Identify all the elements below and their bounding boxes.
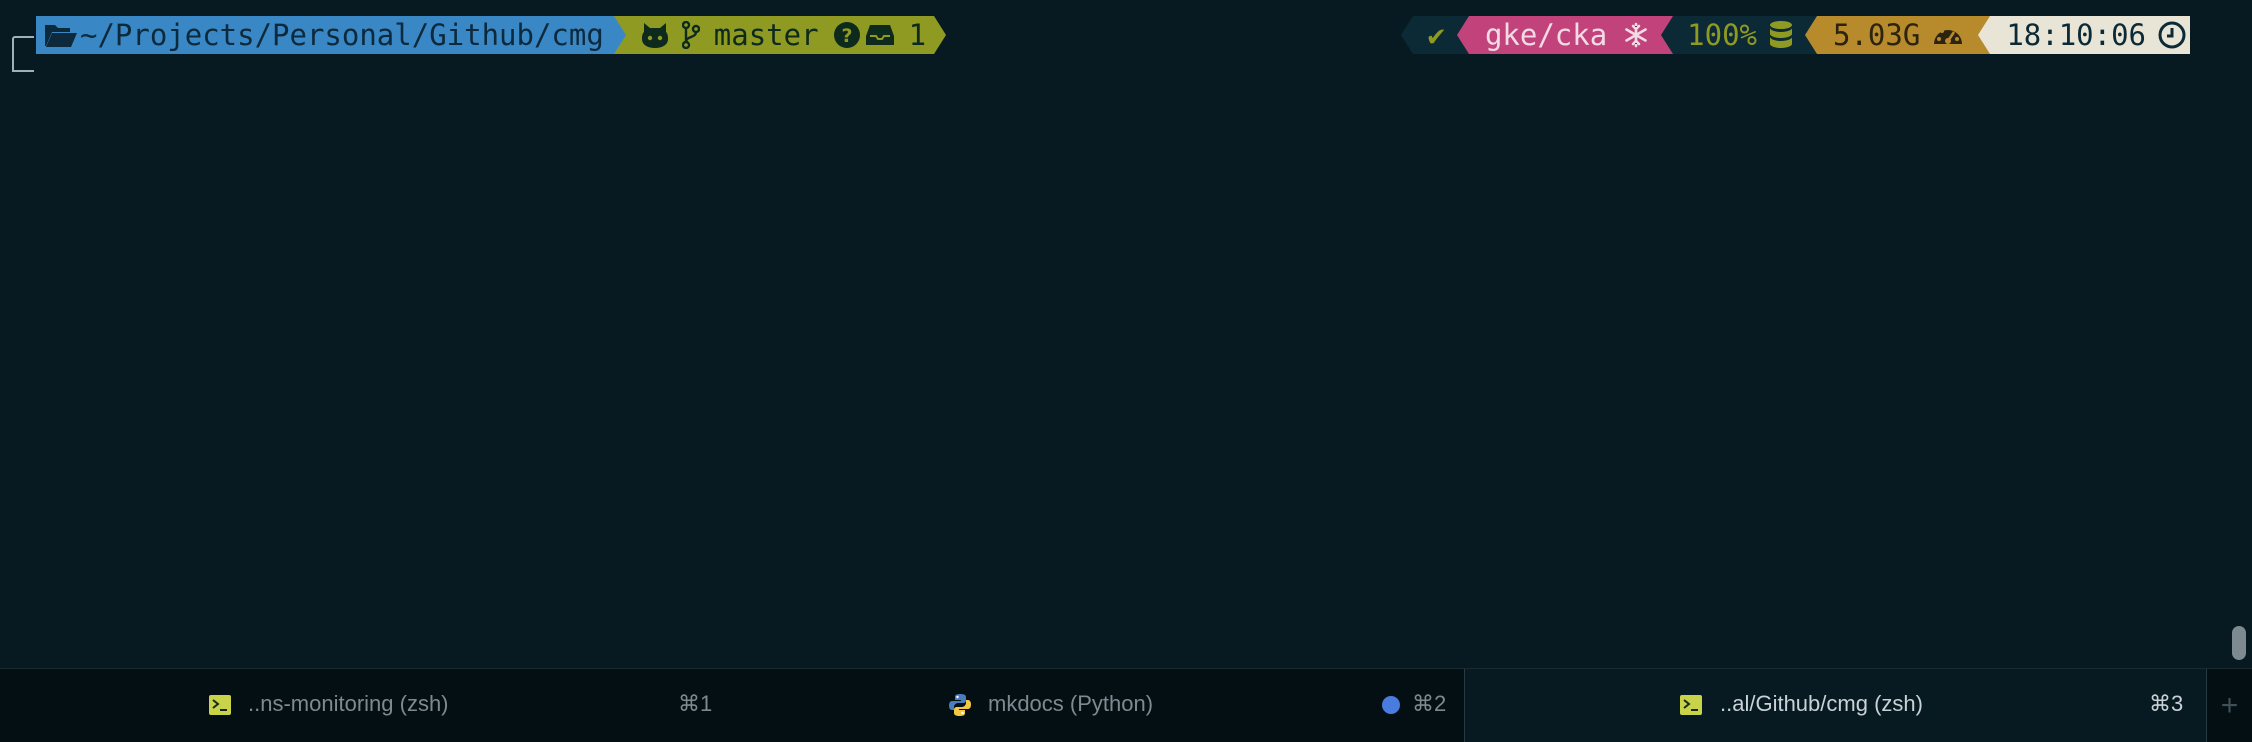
prompt-bracket-underline <box>12 70 34 72</box>
memory-usage: 5.03G <box>1833 18 1921 52</box>
svg-text:?: ? <box>841 25 852 47</box>
path-text: ~/Projects/Personal/Github/cmg <box>80 18 604 52</box>
database-icon <box>1769 20 1793 50</box>
tab-cmg[interactable]: ..al/Github/cmg (zsh) ⌘3 <box>1465 669 2206 742</box>
scrollbar-thumb[interactable] <box>2232 626 2246 660</box>
tab-title: ..ns-monitoring (zsh) <box>248 691 449 716</box>
kube-segment: gke/cka <box>1468 16 1662 54</box>
terminal-icon <box>209 695 231 715</box>
stash-count: 1 <box>908 18 927 52</box>
battery-level: 100% <box>1687 18 1757 52</box>
folder-open-icon <box>44 22 78 48</box>
kube-context: gke/cka <box>1484 18 1608 52</box>
tab-title: mkdocs (Python) <box>988 691 1154 716</box>
terminal-icon <box>1680 695 1702 715</box>
tab-title: ..al/Github/cmg (zsh) <box>1720 691 1923 716</box>
git-branch-icon <box>681 21 700 49</box>
branch-name: master <box>713 18 819 52</box>
terminal-area[interactable]: ~/Projects/Personal/Github/cmg master ? … <box>0 0 2246 668</box>
plus-icon: + <box>2220 688 2239 722</box>
right-prompt: ✔ gke/cka 100% 5.03G 18:10:06 <box>1401 16 2190 54</box>
tab-shortcut: ⌘1 <box>678 691 713 716</box>
segment-separator <box>1456 16 1469 54</box>
memory-segment: 5.03G <box>1817 16 1979 54</box>
tab-ns-monitoring[interactable]: ..ns-monitoring (zsh) ⌘1 <box>0 669 732 742</box>
prompt-bracket <box>12 36 34 70</box>
segment-separator <box>613 16 626 54</box>
clock-icon <box>2158 21 2186 49</box>
segment-separator <box>1978 16 1991 54</box>
activity-dot-icon <box>1382 696 1400 714</box>
status-segment: ✔ <box>1413 16 1457 54</box>
segment-separator <box>1661 16 1674 54</box>
battery-segment: 100% <box>1673 16 1805 54</box>
question-circle-icon: ? <box>833 21 861 49</box>
dashboard-gauge-icon <box>1932 22 1964 48</box>
status-check-icon: ✔ <box>1427 18 1445 52</box>
github-icon <box>640 21 670 49</box>
inbox-stash-icon <box>865 23 895 47</box>
tab-shortcut: ⌘2 <box>1412 691 1447 716</box>
segment-separator <box>1805 16 1817 54</box>
tab-shortcut: ⌘3 <box>2149 691 2184 716</box>
snowflake-icon <box>1623 22 1649 48</box>
clock-time: 18:10:06 <box>2006 18 2146 52</box>
new-tab-button[interactable]: + <box>2207 669 2252 742</box>
time-segment: 18:10:06 <box>1990 16 2190 54</box>
path-segment: ~/Projects/Personal/Github/cmg <box>36 16 614 54</box>
python-icon <box>948 693 972 717</box>
git-segment: master ? 1 <box>625 16 935 54</box>
tab-mkdocs[interactable]: mkdocs (Python) ⌘2 <box>732 669 1464 742</box>
left-prompt: ~/Projects/Personal/Github/cmg master ? … <box>36 16 947 54</box>
segment-start-arrow <box>1401 16 1414 54</box>
segment-end-arrow <box>934 16 947 54</box>
tab-bar: ..ns-monitoring (zsh) ⌘1 mkdocs (Python)… <box>0 668 2252 742</box>
